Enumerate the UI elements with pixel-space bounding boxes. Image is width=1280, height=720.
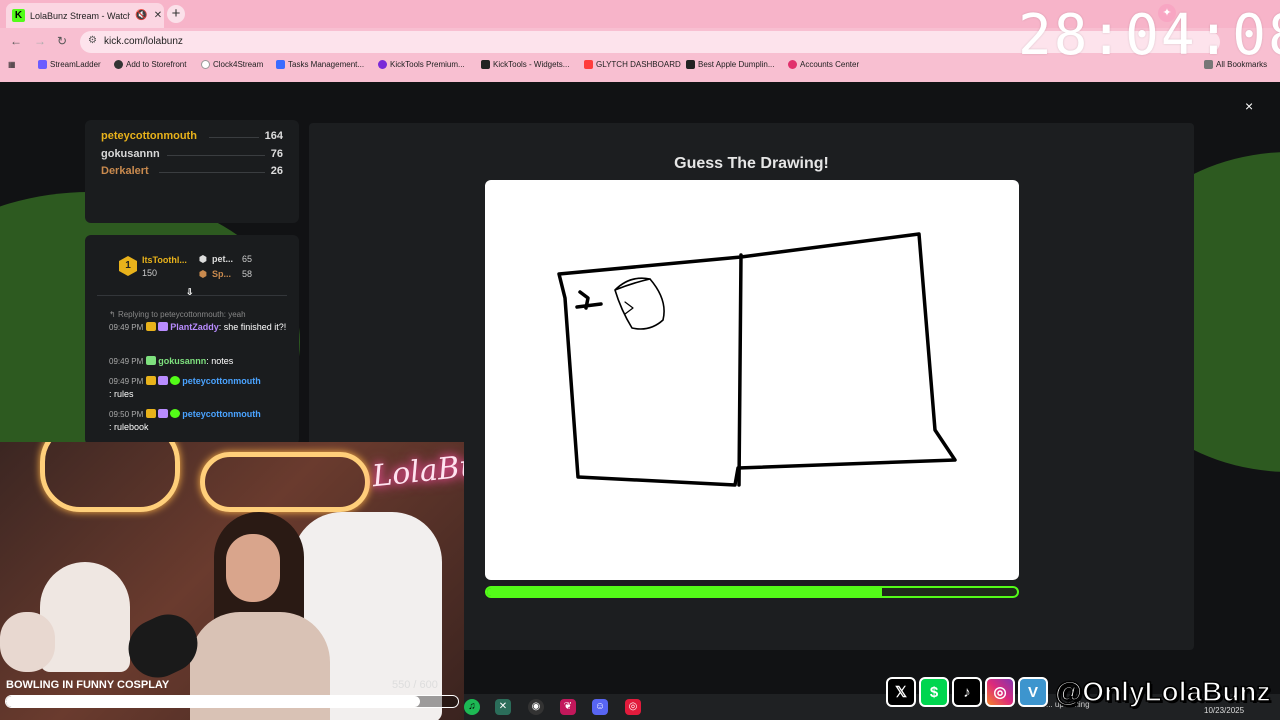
- chat-message: 09:50 PM peteycottonmouth: rulebook: [109, 409, 261, 432]
- second-chatter-icon: ⬢: [199, 254, 207, 264]
- tiktok-icon: ♪: [952, 677, 982, 707]
- verified-icon: [170, 376, 181, 385]
- second-chatter-name: pet...: [212, 254, 234, 264]
- rank-badge: 1: [119, 256, 137, 276]
- third-chatter-points: 58: [242, 269, 253, 279]
- neon-squiggle: [200, 452, 370, 512]
- verified-icon: [170, 409, 181, 418]
- bookmark-storefront[interactable]: Add to Storefront: [114, 60, 186, 69]
- drawing-sketch: [557, 232, 957, 487]
- tab-lolabunz[interactable]: K LolaBunz Stream - Watch Li 🔇 ✕: [6, 3, 164, 28]
- pin-icon[interactable]: ❦: [560, 699, 576, 715]
- goal-progress-fill: [6, 696, 421, 707]
- drawing-canvas[interactable]: [485, 180, 1019, 580]
- neon-squiggle: [40, 442, 180, 512]
- url-text[interactable]: kick.com/lolabunz: [104, 36, 183, 47]
- bookmark-accounts-center[interactable]: Accounts Center: [788, 60, 859, 69]
- badge-icon: [158, 376, 169, 385]
- badge-icon: [158, 409, 169, 418]
- reload-icon[interactable]: ↻: [57, 34, 67, 48]
- reply-context: ↰ Replying to peteycottonmouth: yeah: [109, 310, 246, 319]
- kick-favicon-icon: K: [12, 9, 25, 22]
- social-bar: 𝕏 $ ♪ ◎ V @OnlyLolaBunz: [886, 674, 1271, 710]
- site-info-icon[interactable]: ⚙: [88, 35, 97, 46]
- skull-decoration: [0, 612, 55, 672]
- subathon-timer: 28:04:08: [1018, 3, 1280, 68]
- chat-message: 09:49 PM PlantZaddy: she finished it?!: [109, 322, 287, 332]
- record-icon[interactable]: ◎: [625, 699, 641, 715]
- round-progress-bar: [485, 586, 1019, 598]
- badge-icon: [158, 322, 169, 331]
- bookmark-apple-dumplings[interactable]: Best Apple Dumplin...: [686, 60, 774, 69]
- ghost-decoration: [40, 562, 130, 672]
- obs-icon[interactable]: ◉: [528, 699, 544, 715]
- bookmark-streamladder[interactable]: StreamLadder: [38, 60, 101, 69]
- instagram-icon: ◎: [985, 677, 1015, 707]
- leaderboard-row: Derkalert 26: [101, 165, 283, 177]
- badge-icon: [146, 322, 157, 331]
- badge-icon: [146, 356, 157, 365]
- second-chatter-points: 65: [242, 254, 253, 264]
- round-progress-fill: [487, 588, 882, 596]
- chat-panel: 1 ItsToothl... 150 ⬢ pet... 65 ⬢ Sp... 5…: [85, 235, 299, 445]
- chat-message: 09:49 PM gokusannn: notes: [109, 356, 234, 366]
- game-title: Guess The Drawing!: [674, 155, 829, 172]
- excel-icon[interactable]: ✕: [495, 699, 511, 715]
- top-chatter-points: 150: [142, 268, 158, 278]
- streamer-face: [226, 534, 280, 602]
- discord-icon[interactable]: ☺: [592, 699, 608, 715]
- third-chatter-icon: ⬢: [199, 269, 207, 279]
- scroll-down-icon[interactable]: ⇩: [186, 287, 194, 298]
- bookmark-kicktools-widgets[interactable]: KickTools - Widgets...: [481, 60, 569, 69]
- third-chatter-name: Sp...: [212, 269, 232, 279]
- social-handle: @OnlyLolaBunz: [1054, 675, 1271, 708]
- tab-title: LolaBunz Stream - Watch Li: [30, 10, 130, 21]
- webcam-overlay: LolaBunz BOWLING IN FUNNY COSPLAY 550 / …: [0, 442, 464, 720]
- bookmark-tasks[interactable]: Tasks Management...: [276, 60, 364, 69]
- forward-arrow-icon[interactable]: →: [34, 34, 46, 48]
- new-tab-button[interactable]: +: [167, 5, 185, 23]
- close-tab-icon[interactable]: ✕: [152, 10, 164, 21]
- leaderboard-panel: peteycottonmouth 164 gokusannn 76 Derkal…: [85, 120, 299, 223]
- venmo-icon: V: [1018, 677, 1048, 707]
- top-chatter-name: ItsToothl...: [142, 255, 187, 265]
- leaderboard-row: peteycottonmouth 164: [101, 130, 283, 142]
- back-arrow-icon[interactable]: ←: [10, 34, 22, 48]
- x-icon: 𝕏: [886, 677, 916, 707]
- bookmark-clock4stream[interactable]: Clock4Stream: [201, 60, 263, 69]
- bookmark-glytch[interactable]: GLYTCH DASHBOARD: [584, 60, 681, 69]
- neon-sign: LolaBunz: [370, 444, 464, 495]
- close-icon[interactable]: ×: [1245, 98, 1253, 114]
- apps-grid-icon[interactable]: ▦: [8, 60, 16, 69]
- crown-badge-icon: [146, 409, 157, 418]
- cashapp-icon: $: [919, 677, 949, 707]
- sparkle-icon: ✦: [1158, 4, 1176, 22]
- goal-title: BOWLING IN FUNNY COSPLAY: [6, 679, 170, 691]
- leaderboard-row: gokusannn 76: [101, 148, 283, 160]
- goal-count: 550 / 600: [392, 679, 438, 691]
- crown-badge-icon: [146, 376, 157, 385]
- bookmark-kicktools-premium[interactable]: KickTools Premium...: [378, 60, 465, 69]
- chat-message: 09:49 PM peteycottonmouth: rules: [109, 376, 261, 399]
- mute-tab-icon[interactable]: 🔇: [135, 10, 147, 21]
- spotify-icon[interactable]: ♫: [464, 699, 480, 715]
- goal-progress-bar: [5, 695, 459, 708]
